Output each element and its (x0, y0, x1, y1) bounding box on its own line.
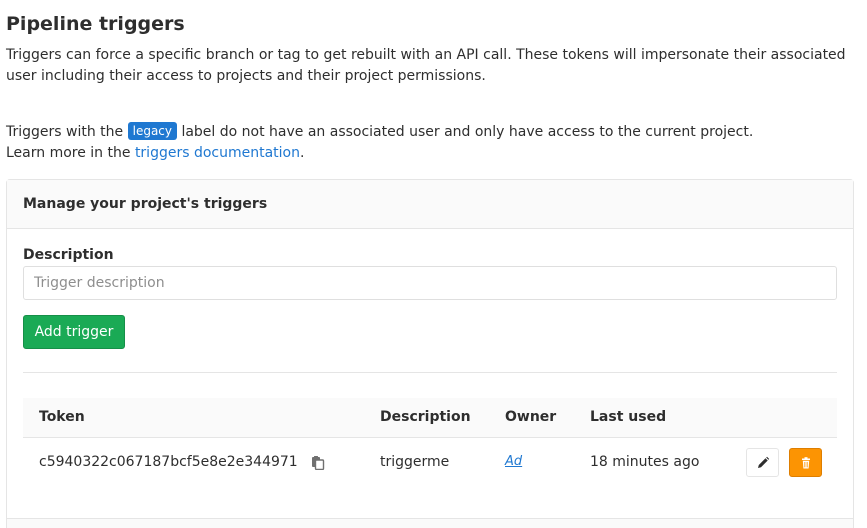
divider (23, 372, 837, 373)
legacy-note: Triggers with the legacy label do not ha… (6, 122, 753, 142)
trigger-owner-avatar[interactable]: Ad (505, 454, 522, 469)
add-trigger-button[interactable]: Add trigger (23, 315, 125, 349)
edit-trigger-button[interactable] (746, 448, 779, 477)
legacy-prefix: Triggers with the (6, 124, 128, 140)
column-header-description: Description (380, 409, 471, 425)
learn-prefix: Learn more in the (6, 145, 135, 161)
trigger-last-used: 18 minutes ago (590, 454, 700, 470)
trigger-description: triggerme (380, 454, 450, 470)
triggers-card: Manage your project's triggers Descripti… (6, 179, 854, 528)
table-row: c5940322c067187bcf5e8e2e344971 triggerme… (23, 438, 837, 488)
pencil-icon (758, 456, 770, 468)
trash-icon (802, 457, 810, 469)
clipboard-icon[interactable] (311, 456, 325, 471)
learn-suffix: . (300, 145, 305, 161)
triggers-table-header: Token Description Owner Last used (23, 398, 837, 438)
card-footer (7, 518, 853, 528)
page-title: Pipeline triggers (6, 13, 185, 35)
column-header-last-used: Last used (590, 409, 667, 425)
learn-more-note: Learn more in the triggers documentation… (6, 143, 304, 163)
triggers-documentation-link[interactable]: triggers documentation (135, 145, 300, 161)
legacy-suffix: label do not have an associated user and… (177, 124, 754, 140)
card-header: Manage your project's triggers (7, 180, 853, 229)
column-header-token: Token (39, 409, 85, 425)
column-header-owner: Owner (505, 409, 557, 425)
delete-trigger-button[interactable] (789, 448, 822, 477)
trigger-token: c5940322c067187bcf5e8e2e344971 (39, 454, 298, 470)
trigger-description-input[interactable] (23, 266, 837, 300)
description-label: Description (23, 247, 114, 263)
intro-text: Triggers can force a specific branch or … (6, 47, 846, 84)
legacy-badge: legacy (127, 122, 177, 140)
